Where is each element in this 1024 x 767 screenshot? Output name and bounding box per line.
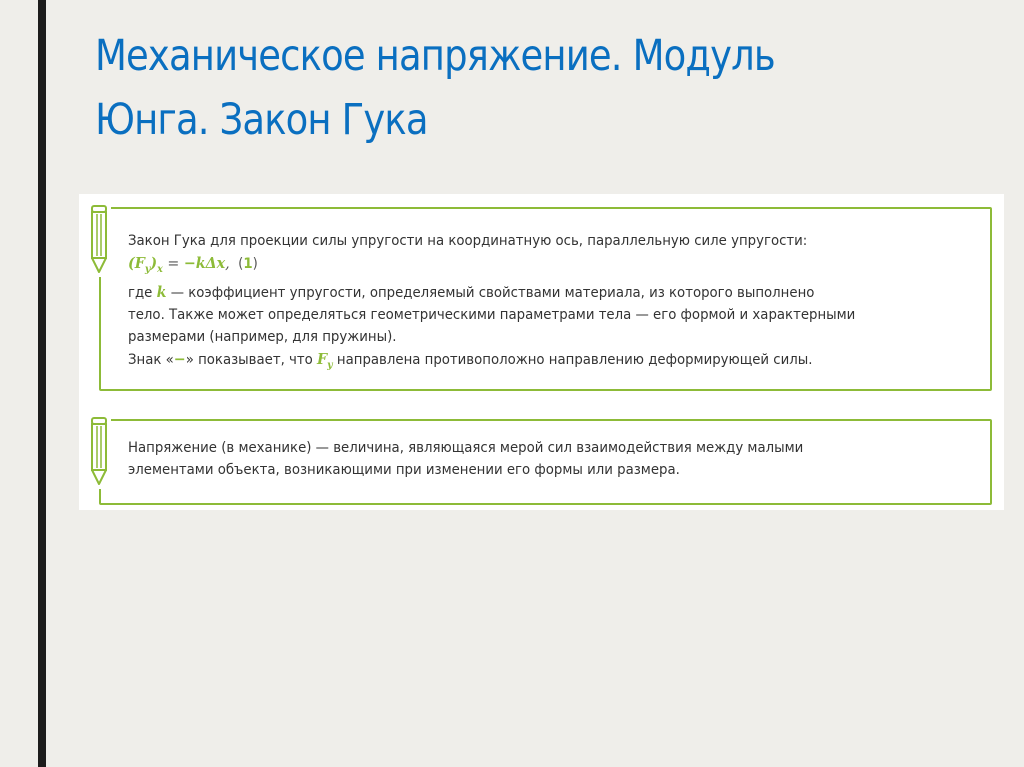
text-line: размерами (например, для пружины).	[128, 329, 397, 345]
force-symbol: Fy	[317, 350, 333, 371]
pencil-icon	[87, 203, 111, 277]
hooke-formula: (Fy)x = −kΔx, (1)	[128, 252, 936, 281]
formula-equals: =	[162, 254, 184, 272]
text-fragment: где	[128, 285, 157, 301]
text-fragment: — коэффициент упругости, определяемый св…	[166, 285, 815, 301]
text-fragment: направлена противоположно направлению де…	[332, 352, 813, 368]
stress-definition-text: Напряжение (в механике) — величина, явля…	[128, 437, 978, 481]
hooke-law-note: Закон Гука для проекции силы упругости н…	[87, 203, 992, 391]
hooke-law-text: Закон Гука для проекции силы упругости н…	[128, 230, 978, 377]
formula-comma: ,	[225, 254, 230, 272]
formula-expression: (Fy)x = −kΔx,	[128, 254, 230, 275]
text-line: Знак «−» показывает, что Fy направлена п…	[128, 348, 936, 377]
text-line: тело. Также может определяться геометрич…	[128, 307, 856, 323]
text-fragment: » показывает, что	[185, 352, 318, 368]
pencil-icon	[87, 415, 111, 489]
text-line: элементами объекта, возникающими при изм…	[128, 462, 680, 478]
minus-symbol: −	[173, 350, 186, 368]
force-letter: F	[317, 350, 328, 368]
equation-number: 1	[243, 256, 253, 272]
formula-lhs: (F	[128, 254, 145, 272]
text-fragment: Знак «	[128, 352, 174, 368]
formula-rhs: −kΔx	[183, 254, 226, 272]
slide-title: Механическое напряжение. Модуль Юнга. За…	[95, 31, 776, 145]
formula-paren: )	[150, 254, 158, 272]
equation-paren-close: )	[252, 256, 258, 272]
stress-definition-note: Напряжение (в механике) — величина, явля…	[87, 415, 992, 505]
k-symbol: k	[156, 283, 167, 301]
text-line: Напряжение (в механике) — величина, явля…	[128, 440, 804, 456]
slide-left-bar	[38, 0, 46, 767]
content-panel: Закон Гука для проекции силы упругости н…	[79, 194, 1004, 510]
text-line: где k — коэффициент упругости, определяе…	[128, 281, 936, 304]
text-line: Закон Гука для проекции силы упругости н…	[128, 233, 808, 249]
